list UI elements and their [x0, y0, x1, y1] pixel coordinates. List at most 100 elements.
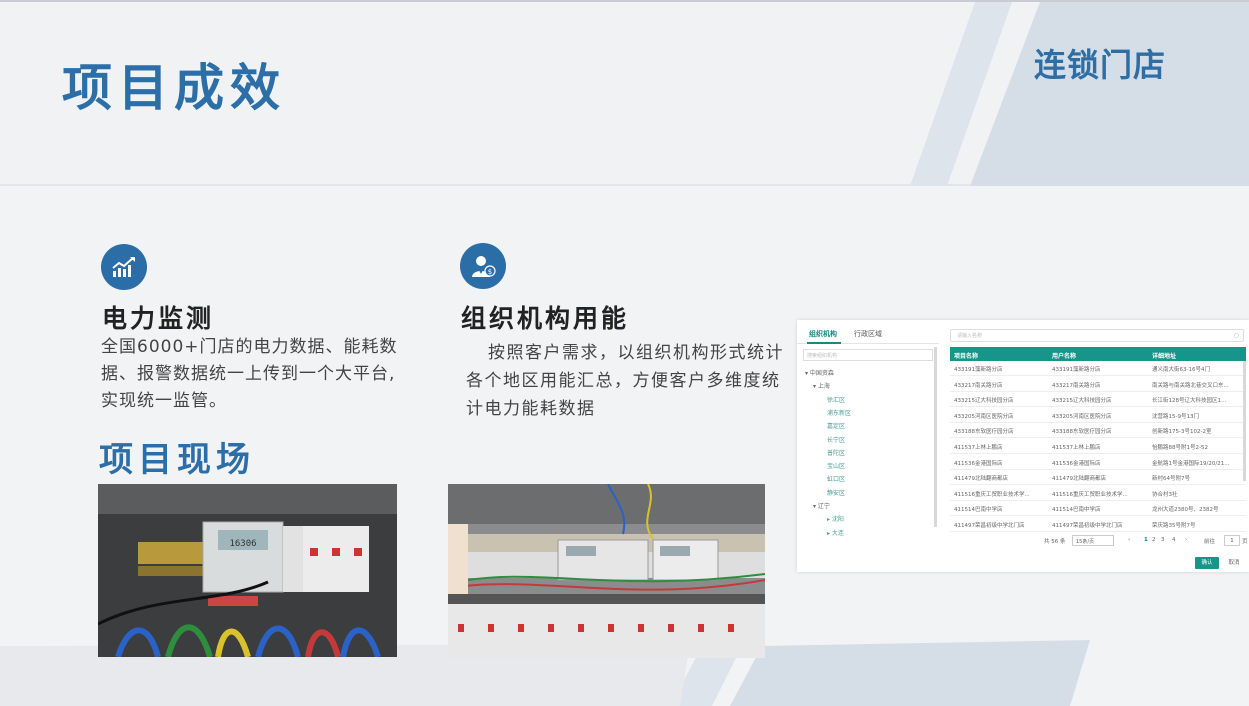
table-cell: 411536金港国际店 [954, 460, 1003, 467]
table-row[interactable]: 411514巴南中学店 411514巴南中学店 龙州大道2380号、2382号 [950, 501, 1246, 517]
search-input[interactable]: 请输入名称 ○ [950, 329, 1244, 342]
table-cell: 411497荣昌初级中学北门店 [954, 523, 1025, 529]
active-tab-indicator [807, 342, 841, 344]
cancel-button[interactable]: 取消 [1222, 557, 1246, 569]
table-cell: 433215辽大科技园分店 [1052, 398, 1112, 405]
tree-item[interactable]: 长宁区 [827, 435, 845, 444]
desc-line: 实现统一监管。 [101, 391, 227, 411]
table-cell: 411479北陆翻商都店 [1052, 476, 1106, 483]
table-cell: 433191藻新路分店 [1052, 367, 1101, 373]
table-cell: 411537上林上鹏店 [1052, 445, 1101, 451]
corner-title: 连锁门店 [1034, 46, 1167, 84]
page-size-select[interactable]: 15条/页 [1072, 535, 1114, 546]
tree-item[interactable]: 虹口区 [827, 474, 845, 483]
site-section-title: 项目现场 [99, 440, 255, 480]
goto-page-input[interactable]: 1 [1224, 535, 1240, 546]
table-cell: 411537上林上鹏店 [954, 445, 1003, 451]
tree-item[interactable]: 浦东新区 [827, 408, 851, 417]
table-cell: 411479北陆翻商都店 [954, 476, 1008, 483]
svg-text:$: $ [488, 268, 492, 276]
tree-item[interactable]: ▸ 沈阳 [827, 514, 844, 523]
svg-text:16306: 16306 [229, 539, 256, 549]
table-cell: 433191藻新路分店 [954, 367, 1003, 373]
tree-item[interactable]: 宝山区 [827, 461, 845, 470]
page-number[interactable]: 1 [1144, 537, 1148, 543]
table-cell: 433217南关路分店 [1052, 382, 1101, 389]
feature-desc-power: 全国6000+门店的电力数据、能耗数 据、报警数据统一上传到一个大平台, 实现统… [101, 334, 441, 415]
tree-search-input[interactable]: 搜索组织机构 [803, 349, 933, 361]
desc-line: 各个地区用能汇总，方便客户多维度统 [466, 371, 781, 391]
search-placeholder: 请输入名称 [957, 333, 983, 339]
desc-line: 按照客户需求，以组织机构形式统计 [488, 343, 784, 363]
tree-item[interactable]: 静安区 [827, 488, 845, 497]
table-row[interactable]: 433188东软医疗园分店 433188东软医疗园分店 创新路175-3号102-2… [950, 423, 1246, 439]
table-cell: 通义南大街63-16号4门 [1152, 367, 1210, 373]
header-divider [0, 184, 1249, 186]
tree-item[interactable]: ▾ 辽宁 [813, 501, 830, 510]
tree-item[interactable]: ▸ 大连 [827, 528, 844, 537]
table-scrollbar[interactable] [1243, 361, 1246, 481]
column-header[interactable]: 详细地址 [1152, 351, 1176, 360]
feature-title-org: 组织机构用能 [461, 304, 630, 333]
column-header[interactable]: 用户名称 [1052, 351, 1076, 360]
table-row[interactable]: 433205河南区医院分店 433205河南区医院分店 沈营路15-9号13门 [950, 408, 1246, 423]
desc-line: 计电力能耗数据 [466, 399, 596, 419]
table-cell: 433188东软医疗园分店 [954, 429, 1014, 436]
table-cell: 433188东软医疗园分店 [1052, 429, 1112, 436]
table-cell: 433205河南区医院分店 [954, 413, 1014, 420]
next-page-icon[interactable]: › [1185, 537, 1187, 543]
search-icon[interactable]: ○ [1234, 332, 1239, 339]
table-row[interactable]: 433215辽大科技园分店 433215辽大科技园分店 长江街128号辽大科技园区1… [950, 392, 1246, 408]
table-cell: 南关路与南关路北巷交叉口东... [1152, 382, 1229, 389]
desc-line: 据、报警数据统一上传到一个大平台, [101, 364, 396, 384]
total-count: 共 56 条 [1044, 539, 1066, 545]
page-number[interactable]: 2 [1152, 537, 1156, 543]
table-cell: 411497荣昌初级中学北门店 [1052, 523, 1123, 529]
column-header[interactable]: 项目名称 [954, 351, 978, 360]
table-cell: 金航路1号金港国际19/20/21... [1152, 460, 1230, 467]
table-row[interactable]: 433217南关路分店 433217南关路分店 南关路与南关路北巷交叉口东... [950, 377, 1246, 392]
table-cell: 411516重庆工贸职业技术学... [1052, 491, 1128, 498]
confirm-button[interactable]: 确认 [1195, 557, 1219, 569]
tree-item[interactable]: ▾ 中国资森 [805, 368, 834, 377]
table-cell: 433217南关路分店 [954, 382, 1003, 389]
tree-scrollbar[interactable] [934, 347, 937, 527]
table-cell: 荣庆路35号附7号 [1152, 523, 1196, 529]
table-cell: 怡鹏路88号附1号2-52 [1152, 445, 1208, 451]
table-cell: 433205河南区医院分店 [1052, 413, 1112, 420]
table-cell: 长江街128号辽大科技园区1... [1152, 398, 1227, 405]
page-title: 项目成效 [62, 59, 286, 117]
tree-item[interactable]: 徐汇区 [827, 395, 845, 404]
table-row[interactable]: 411479北陆翻商都店 411479北陆翻商都店 新村64号附7号 [950, 470, 1246, 486]
chart-growth-icon [101, 244, 147, 290]
tab-bar: 组织机构 行政区域 [797, 320, 939, 344]
tree-item[interactable]: 嘉定区 [827, 421, 845, 430]
table-cell: 创新路175-3号102-2室 [1152, 429, 1212, 436]
prev-page-icon[interactable]: ‹ [1128, 537, 1130, 543]
table-cell: 433215辽大科技园分店 [954, 398, 1014, 405]
org-selector-panel: 组织机构 行政区域 搜索组织机构 ▾ 中国资森 ▾ 上海徐汇区浦东新区嘉定区长宁区… [797, 320, 1249, 572]
tree-item[interactable]: ▾ 上海 [813, 381, 830, 390]
page-number[interactable]: 3 [1161, 537, 1165, 543]
table-row[interactable]: 411536金港国际店 411536金港国际店 金航路1号金港国际19/20/21.… [950, 455, 1246, 470]
table-row[interactable]: 433191藻新路分店 433191藻新路分店 通义南大街63-16号4门 [950, 361, 1246, 376]
table-cell: 411536金港国际店 [1052, 460, 1101, 467]
table-cell: 龙州大道2380号、2382号 [1152, 507, 1219, 514]
table-header: 项目名称 用户名称 详细地址 [950, 347, 1246, 361]
tab-region[interactable]: 行政区域 [854, 329, 882, 339]
table-cell: 新村64号附7号 [1152, 476, 1190, 483]
tab-organization[interactable]: 组织机构 [809, 329, 837, 339]
table-row[interactable]: 411516重庆工贸职业技术学... 411516重庆工贸职业技术学... 协合村3… [950, 486, 1246, 501]
site-photo-1: 16306 [98, 484, 397, 657]
table-cell: 协合村3社 [1152, 491, 1178, 498]
goto-label: 前往 [1204, 539, 1216, 545]
table-row[interactable]: 411537上林上鹏店 411537上林上鹏店 怡鹏路88号附1号2-52 [950, 439, 1246, 454]
table-cell: 沈营路15-9号13门 [1152, 413, 1199, 420]
tree-item[interactable]: 普陀区 [827, 448, 845, 457]
page-number[interactable]: 4 [1172, 537, 1176, 543]
table-cell: 411516重庆工贸职业技术学... [954, 491, 1030, 498]
table-row[interactable]: 411497荣昌初级中学北门店 411497荣昌初级中学北门店 荣庆路35号附7号 [950, 517, 1246, 532]
desc-line: 全国6000+门店的电力数据、能耗数 [101, 337, 398, 357]
feature-desc-org: 按照客户需求，以组织机构形式统计 各个地区用能汇总，方便客户多维度统 计电力能耗… [466, 339, 796, 423]
site-photo-2 [448, 484, 765, 658]
